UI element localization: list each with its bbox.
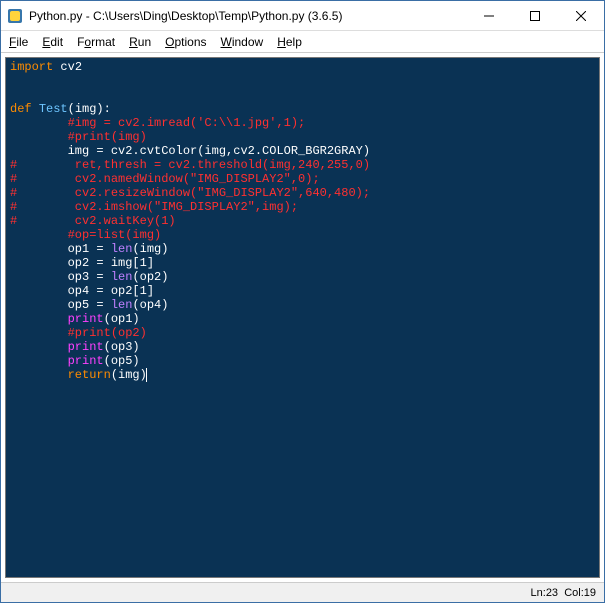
status-col-label: Col: [564, 587, 584, 599]
menubar: File Edit Format Run Options Window Help [1, 31, 604, 53]
close-button[interactable] [558, 1, 604, 30]
status-ln-label: Ln: [531, 587, 546, 599]
menu-options[interactable]: Options [165, 35, 206, 49]
minimize-icon [484, 11, 494, 21]
app-icon [5, 6, 25, 26]
window-title: Python.py - C:\Users\Ding\Desktop\Temp\P… [29, 9, 466, 23]
code-editor[interactable]: import cv2 def Test(img): #img = cv2.imr… [5, 57, 600, 578]
maximize-icon [530, 11, 540, 21]
titlebar: Python.py - C:\Users\Ding\Desktop\Temp\P… [1, 1, 604, 31]
maximize-button[interactable] [512, 1, 558, 30]
idle-window: Python.py - C:\Users\Ding\Desktop\Temp\P… [0, 0, 605, 603]
menu-edit[interactable]: Edit [42, 35, 63, 49]
menu-file[interactable]: File [9, 35, 28, 49]
menu-run[interactable]: Run [129, 35, 151, 49]
status-col: 19 [584, 587, 596, 599]
editor-container: import cv2 def Test(img): #img = cv2.imr… [1, 53, 604, 582]
window-controls [466, 1, 604, 30]
minimize-button[interactable] [466, 1, 512, 30]
menu-format[interactable]: Format [77, 35, 115, 49]
statusbar: Ln: 23 Col: 19 [1, 582, 604, 602]
close-icon [576, 11, 586, 21]
menu-window[interactable]: Window [221, 35, 264, 49]
menu-help[interactable]: Help [277, 35, 302, 49]
status-ln: 23 [546, 587, 558, 599]
